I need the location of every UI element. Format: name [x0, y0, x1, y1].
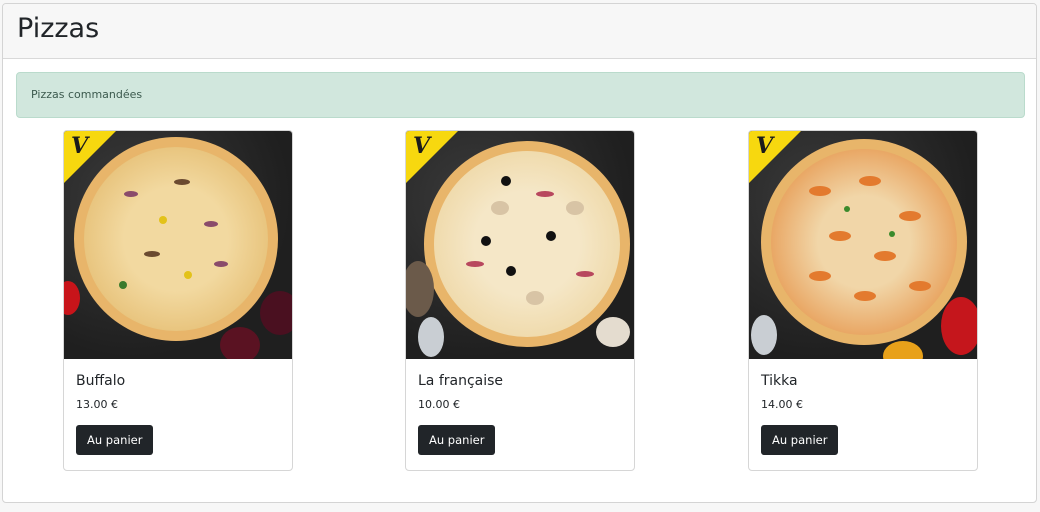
brand-logo-icon: V: [413, 133, 431, 159]
product-name: Tikka: [761, 373, 798, 389]
product-card-la-francaise: V La française 10.00 € Au panier: [405, 130, 635, 471]
add-to-cart-button-buffalo[interactable]: Au panier: [76, 425, 154, 455]
panel-header: Pizzas: [3, 4, 1036, 59]
page-title: Pizzas: [17, 13, 100, 44]
product-image-buffalo: V: [64, 131, 292, 359]
brand-logo-icon: V: [756, 133, 774, 159]
product-price: 14.00 €: [761, 398, 803, 411]
add-to-cart-button-la-francaise[interactable]: Au panier: [418, 425, 496, 455]
product-image-la-francaise: V: [406, 131, 634, 359]
add-to-cart-button-tikka[interactable]: Au panier: [761, 425, 839, 455]
product-name: Buffalo: [76, 373, 126, 389]
pizza-panel: Pizzas Pizzas commandées V Buffalo 13.00…: [2, 3, 1037, 503]
success-alert: Pizzas commandées: [16, 72, 1025, 118]
product-card-buffalo: V Buffalo 13.00 € Au panier: [63, 130, 293, 471]
product-price: 10.00 €: [418, 398, 460, 411]
product-card-tikka: V Tikka 14.00 € Au panier: [748, 130, 978, 471]
product-price: 13.00 €: [76, 398, 118, 411]
brand-logo-icon: V: [71, 133, 89, 159]
product-name: La française: [418, 373, 504, 389]
product-image-tikka: V: [749, 131, 977, 359]
